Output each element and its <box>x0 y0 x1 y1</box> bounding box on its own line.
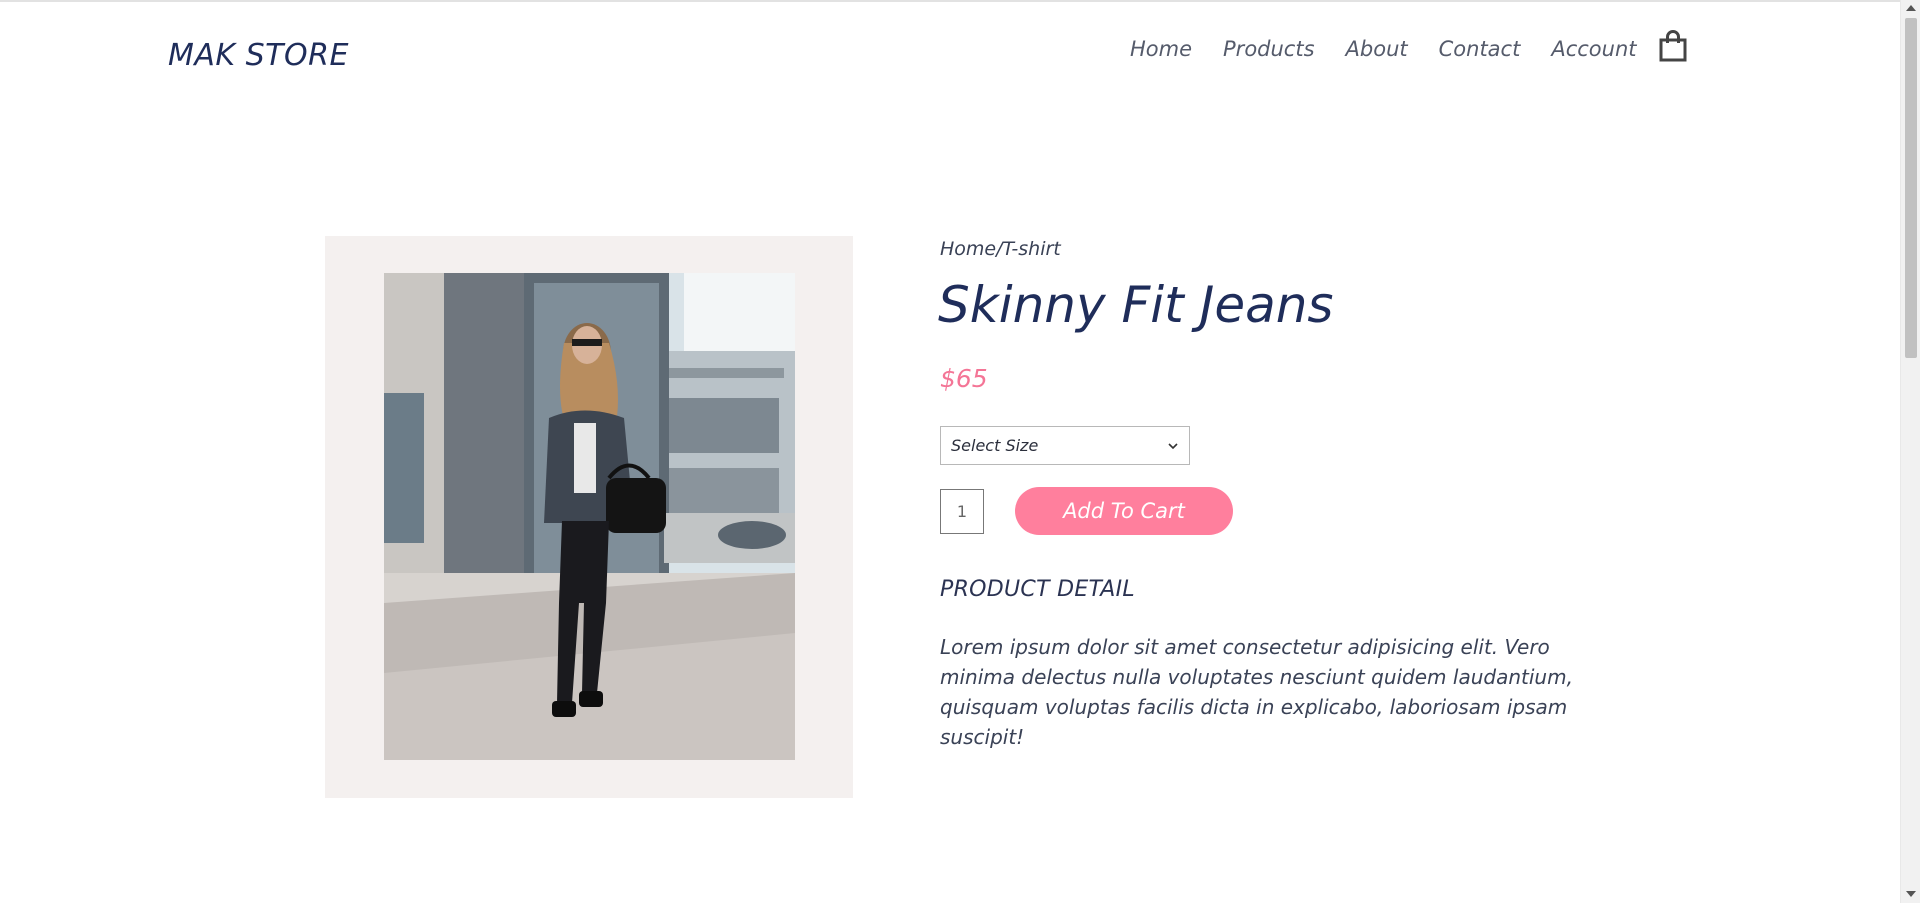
store-logo[interactable]: MAK STORE <box>168 38 349 73</box>
product-image-frame <box>325 236 853 798</box>
scrollbar-thumb[interactable] <box>1905 18 1917 358</box>
nav-contact[interactable]: Contact <box>1439 37 1521 61</box>
top-border <box>0 0 1900 2</box>
nav-about[interactable]: About <box>1346 37 1408 61</box>
scroll-down-icon[interactable] <box>1906 891 1916 897</box>
nav-account[interactable]: Account <box>1551 37 1636 61</box>
scroll-up-icon[interactable] <box>1906 5 1916 11</box>
product-photo <box>384 273 795 760</box>
add-to-cart-button[interactable]: Add To Cart <box>1015 487 1233 535</box>
shopping-bag-icon[interactable] <box>1658 30 1688 62</box>
main-nav: Home Products About Contact Account <box>1130 37 1668 61</box>
size-select-label: Select Size <box>951 436 1039 455</box>
quantity-input[interactable]: 1 <box>940 489 984 534</box>
product-description: Lorem ipsum dolor sit amet consectetur a… <box>940 635 1573 749</box>
product-title: Skinny Fit Jeans <box>938 276 1334 334</box>
product-photo-illustration <box>384 273 795 760</box>
scrollbar[interactable] <box>1900 0 1920 903</box>
nav-products[interactable]: Products <box>1223 37 1315 61</box>
product-price: $65 <box>940 364 988 393</box>
nav-home[interactable]: Home <box>1130 37 1192 61</box>
chevron-down-icon <box>1168 442 1178 449</box>
product-detail-heading: PRODUCT DETAIL <box>940 577 1135 602</box>
breadcrumb[interactable]: Home/T-shirt <box>940 238 1061 260</box>
size-select[interactable]: Select Size <box>940 426 1190 465</box>
